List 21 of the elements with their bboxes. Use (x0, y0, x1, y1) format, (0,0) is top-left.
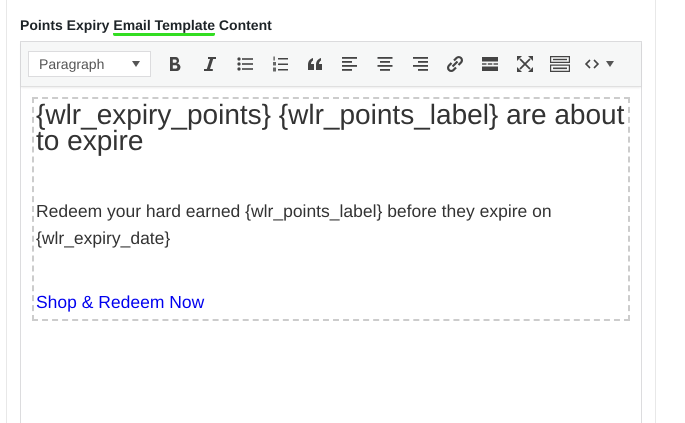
toolbar-toggle-icon (550, 56, 570, 72)
section-title: Points Expiry Email Template Content (20, 15, 642, 35)
read-more-icon (482, 57, 498, 71)
align-right-icon (412, 57, 428, 71)
numbered-list-icon (272, 56, 288, 72)
content-area[interactable]: {wlr_expiry_points} {wlr_points_label} are about to expire Redeem your hard earned {wlr_points_label} before they expire on {wlr_expiry_date} Shop & Redeem Now (32, 97, 630, 321)
bold-icon (168, 56, 182, 72)
align-center-icon (376, 57, 392, 71)
email-heading: {wlr_expiry_points} {wlr_points_label} are about to expire (36, 102, 626, 154)
email-paragraph: Redeem your hard earned {wlr_points_label} before they expire on {wlr_expiry_date} (36, 200, 553, 250)
align-left-icon (342, 57, 358, 71)
bullet-list-icon (236, 57, 252, 71)
fullscreen-icon (516, 56, 532, 72)
link-icon (446, 55, 464, 73)
caret-icon (132, 61, 140, 67)
format-select[interactable]: Paragraph (28, 51, 151, 77)
italic-icon (202, 56, 216, 72)
code-icon (584, 59, 598, 69)
quote-icon (306, 58, 322, 70)
caret-icon (606, 61, 614, 67)
shop-link[interactable]: Shop & Redeem Now (36, 292, 204, 312)
